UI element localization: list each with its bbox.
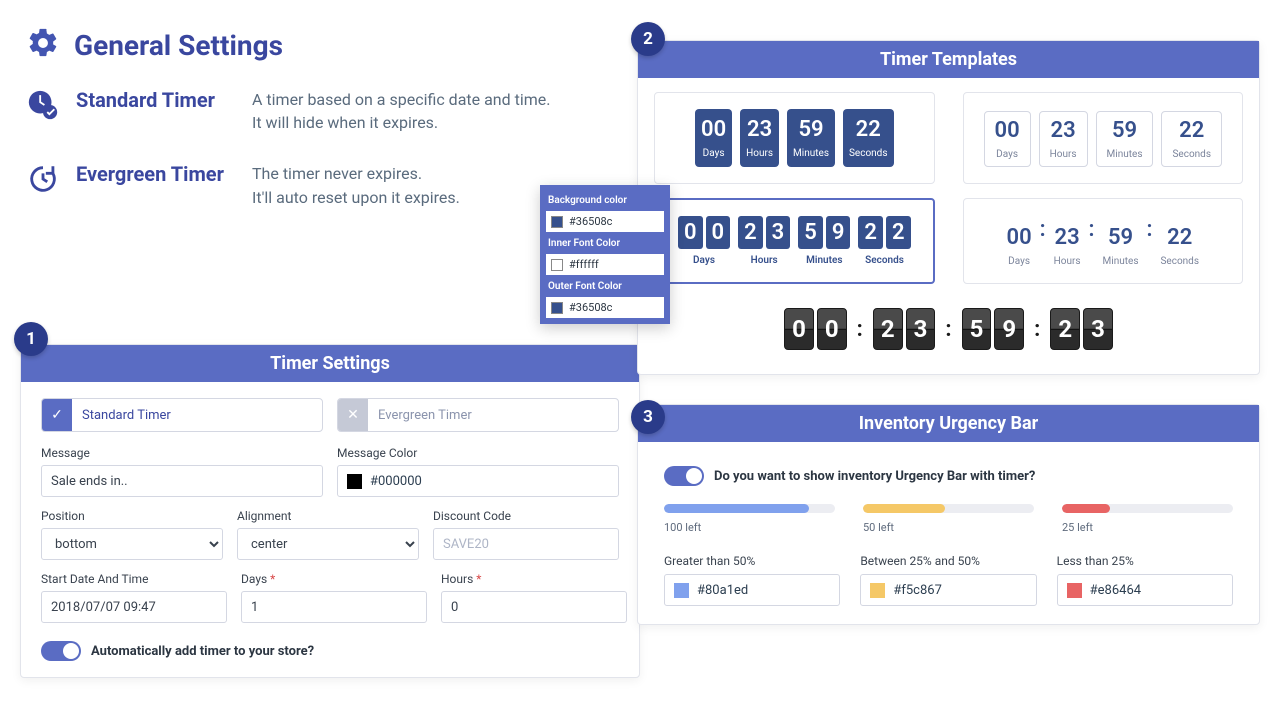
threshold-lt25-label: Less than 25% (1057, 554, 1233, 568)
standard-timer-label: Standard Timer (76, 88, 236, 112)
color-swatch-icon (870, 583, 885, 598)
color-swatch-icon (1067, 583, 1082, 598)
alignment-label: Alignment (237, 509, 419, 523)
message-color-label: Message Color (337, 446, 619, 460)
threshold-lt25-color[interactable]: #e86464 (1057, 574, 1233, 606)
evergreen-timer-label: Evergreen Timer (76, 162, 236, 186)
start-date-input[interactable] (41, 591, 227, 623)
outer-font-label: Outer Font Color (546, 277, 664, 295)
position-select[interactable]: bottom (41, 528, 223, 560)
message-label: Message (41, 446, 323, 460)
discount-input[interactable] (433, 528, 619, 560)
evergreen-timer-desc: The timer never expires. It'll auto rese… (252, 162, 460, 208)
message-color-picker[interactable]: #000000 (337, 465, 619, 497)
step-badge-3: 3 (631, 400, 665, 434)
outer-font-input[interactable]: #36508c (546, 297, 664, 318)
page-title: General Settings (74, 29, 283, 62)
inventory-urgency-title: Inventory Urgency Bar (638, 405, 1259, 442)
inner-font-label: Inner Font Color (546, 234, 664, 252)
template-digit-tiles[interactable]: 00Days 23Hours 59Minutes 22Seconds (654, 198, 935, 284)
message-input[interactable] (41, 465, 323, 497)
threshold-25to50-color[interactable]: #f5c867 (860, 574, 1036, 606)
settings-gear-icon (26, 26, 60, 64)
show-urgency-toggle[interactable] (664, 466, 704, 486)
template-flip-clock[interactable]: 00: 23: 59: 23 (654, 298, 1243, 360)
threshold-gt50-color[interactable]: #80a1ed (664, 574, 840, 606)
step-badge-1: 1 (14, 322, 48, 356)
clock-check-icon (26, 88, 60, 122)
alignment-select[interactable]: center (237, 528, 419, 560)
template-outline-boxes[interactable]: 00Days 23Hours 59Minutes 22Seconds (963, 92, 1244, 184)
urgency-bar-50: 50 left (863, 504, 1034, 534)
auto-add-toggle[interactable] (41, 641, 81, 661)
color-value: #000000 (370, 474, 422, 489)
discount-label: Discount Code (433, 509, 619, 523)
auto-add-label: Automatically add timer to your store? (91, 644, 314, 659)
color-settings-popup: Background color #36508c Inner Font Colo… (540, 185, 670, 324)
timer-templates-card: Timer Templates 00Days 23Hours 59Minutes… (637, 40, 1260, 375)
days-input[interactable] (241, 591, 427, 623)
urgency-bar-25: 25 left (1062, 504, 1233, 534)
days-label: Days * (241, 572, 427, 586)
bg-color-label: Background color (546, 191, 664, 209)
threshold-gt50-label: Greater than 50% (664, 554, 840, 568)
color-swatch-icon (551, 216, 563, 228)
timer-settings-card: Timer Settings ✓ Standard Timer ✕ Evergr… (20, 344, 640, 678)
start-date-label: Start Date And Time (41, 572, 227, 586)
clock-refresh-icon (26, 162, 60, 196)
option-label: Evergreen Timer (368, 408, 482, 423)
urgency-bar-100: 100 left (664, 504, 835, 534)
threshold-25to50-label: Between 25% and 50% (860, 554, 1036, 568)
standard-timer-desc: A timer based on a specific date and tim… (252, 88, 550, 134)
color-swatch-icon (347, 474, 362, 489)
position-label: Position (41, 509, 223, 523)
check-icon: ✓ (42, 399, 72, 431)
template-plain-text[interactable]: 00Days: 23Hours: 59Minutes: 22Seconds (963, 198, 1244, 284)
step-badge-2: 2 (631, 22, 665, 56)
timer-type-standard-option[interactable]: ✓ Standard Timer (41, 398, 323, 432)
bg-color-input[interactable]: #36508c (546, 211, 664, 232)
inner-font-input[interactable]: #ffffff (546, 254, 664, 275)
template-solid-boxes[interactable]: 00Days 23Hours 59Minutes 22Seconds (654, 92, 935, 184)
hours-label: Hours * (441, 572, 627, 586)
close-icon: ✕ (338, 399, 368, 431)
color-swatch-icon (551, 259, 563, 271)
hours-input[interactable] (441, 591, 627, 623)
timer-settings-title: Timer Settings (21, 345, 639, 382)
inventory-urgency-card: Inventory Urgency Bar Do you want to sho… (637, 404, 1260, 625)
option-label: Standard Timer (72, 408, 181, 423)
color-swatch-icon (551, 302, 563, 314)
timer-templates-title: Timer Templates (638, 41, 1259, 78)
timer-type-evergreen-option[interactable]: ✕ Evergreen Timer (337, 398, 619, 432)
color-swatch-icon (674, 583, 689, 598)
show-urgency-label: Do you want to show inventory Urgency Ba… (714, 469, 1035, 484)
